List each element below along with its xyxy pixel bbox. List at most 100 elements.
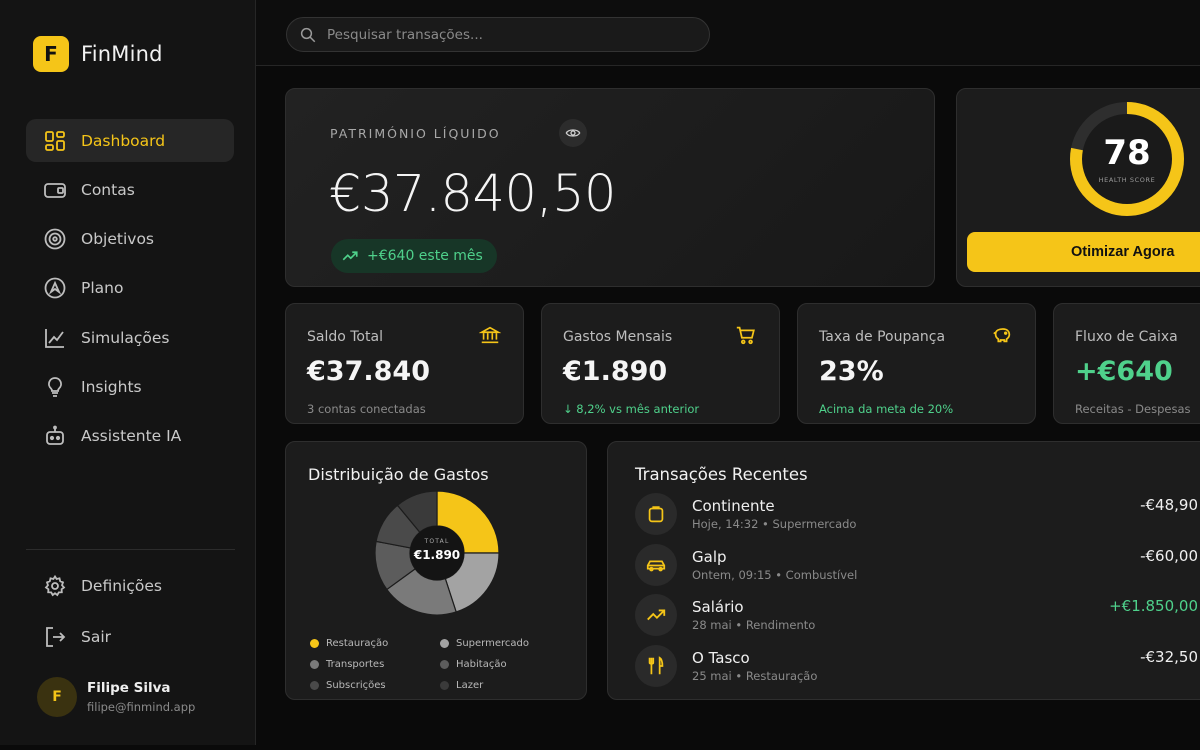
user-profile[interactable]: F Filipe Silva filipe@finmind.app [37, 677, 195, 717]
donut-total-value: €1.890 [413, 548, 461, 562]
net-worth-value: €37.840,50 [329, 165, 617, 224]
nav-item-plano[interactable]: Plano [26, 267, 234, 310]
lightbulb-icon [48, 377, 62, 397]
transaction-icon [635, 544, 677, 586]
health-score-label: HEALTH SCORE [1098, 176, 1156, 184]
transaction-amount: -€60,00 [1140, 547, 1198, 565]
sidebar: F FinMind Dashboard Contas Objetivos Pla… [0, 0, 256, 745]
stat-card-gastos-mensais[interactable]: Gastos Mensais €1.890 ↓ 8,2% vs mês ante… [541, 303, 780, 424]
net-worth-change-badge: +€640 este mês [331, 239, 497, 273]
search-input[interactable] [327, 26, 687, 43]
toggle-visibility-button[interactable] [559, 119, 587, 147]
legend-item: Habitação [440, 658, 570, 670]
transaction-row[interactable]: Salário 28 mai • Rendimento +€1.850,00 [635, 594, 1200, 640]
brand-name: FinMind [81, 42, 163, 66]
bank-icon [479, 326, 501, 344]
legend-label: Habitação [456, 658, 507, 670]
piggy-bank-icon [993, 328, 1011, 343]
stat-subtitle: ↓ 8,2% vs mês anterior [563, 402, 700, 416]
user-email: filipe@finmind.app [87, 700, 196, 714]
transaction-amount: -€48,90 [1140, 496, 1198, 514]
compass-icon [44, 277, 66, 299]
stat-title: Fluxo de Caixa [1075, 329, 1178, 345]
nav-item-label: Assistente IA [81, 427, 182, 446]
wallet-icon [44, 182, 66, 198]
optimize-now-button[interactable]: Otimizar Agora [967, 232, 1200, 272]
legend-label: Transportes [326, 658, 385, 670]
health-score-card: 78 HEALTH SCORE Otimizar Agora [956, 88, 1200, 287]
nav-item-insights[interactable]: Insights [26, 365, 234, 408]
nav-item-label: Definições [81, 576, 162, 595]
legend-item: Subscrições [310, 679, 440, 691]
stat-title: Taxa de Poupança [819, 329, 946, 345]
transaction-meta: Hoje, 14:32 • Supermercado [692, 517, 857, 531]
nav-item-definicoes[interactable]: Definições [26, 564, 234, 607]
nav-item-sair[interactable]: Sair [26, 615, 234, 658]
transaction-meta: 28 mai • Rendimento [692, 618, 816, 632]
transaction-row[interactable]: Continente Hoje, 14:32 • Supermercado -€… [635, 493, 1200, 539]
stat-card-saldo-total[interactable]: Saldo Total €37.840 3 contas conectadas [285, 303, 524, 424]
gear-icon [44, 574, 66, 596]
legend-swatch [440, 638, 449, 648]
nav-item-label: Objetivos [81, 230, 154, 249]
top-bar [256, 0, 1200, 66]
avatar: F [37, 677, 77, 717]
stat-card-taxa-poupanca[interactable]: Taxa de Poupança 23% Acima da meta de 20… [797, 303, 1036, 424]
nav-item-objetivos[interactable]: Objetivos [26, 218, 234, 261]
stat-subtitle: Receitas - Despesas [1075, 402, 1191, 416]
card-title: Transações Recentes [635, 465, 808, 484]
utensils-icon [648, 656, 664, 675]
grid-icon [45, 130, 65, 151]
user-info: Filipe Silva filipe@finmind.app [87, 680, 195, 714]
spending-distribution-card: Distribuição de Gastos TOTAL €1.890 Rest… [285, 441, 587, 700]
stat-value: €37.840 [307, 356, 430, 387]
stat-subtitle: 3 contas conectadas [307, 402, 426, 416]
nav-item-dashboard[interactable]: Dashboard [26, 119, 234, 162]
legend-label: Restauração [326, 637, 389, 649]
stat-title: Gastos Mensais [563, 329, 673, 345]
brand[interactable]: F FinMind [33, 36, 163, 72]
trending-up-icon [342, 251, 358, 261]
nav-item-label: Plano [81, 279, 124, 298]
chart-legend: Restauração Supermercado Transportes Habita… [310, 637, 580, 691]
net-worth-card: PATRIMÓNIO LÍQUIDO €37.840,50 +€640 este… [285, 88, 935, 287]
car-icon [646, 560, 666, 572]
nav-item-assistente-ia[interactable]: Assistente IA [26, 415, 234, 458]
transaction-amount: +€1.850,00 [1109, 597, 1198, 615]
legend-item: Supermercado [440, 637, 570, 649]
legend-label: Supermercado [456, 637, 529, 649]
legend-swatch [440, 680, 449, 690]
transaction-name: O Tasco [692, 649, 750, 667]
legend-item: Restauração [310, 637, 440, 649]
card-title: Distribuição de Gastos [308, 465, 489, 484]
transaction-row[interactable]: O Tasco 25 mai • Restauração -€32,50 [635, 645, 1200, 691]
stat-subtitle: Acima da meta de 20% [819, 402, 954, 416]
transaction-meta: 25 mai • Restauração [692, 669, 818, 683]
legend-swatch [440, 659, 449, 669]
logout-icon [46, 626, 66, 647]
legend-item: Transportes [310, 658, 440, 670]
chart-line-icon [45, 328, 64, 348]
health-score-value: 78 [1103, 133, 1151, 173]
transaction-amount: -€32,50 [1140, 648, 1198, 666]
cart-icon [736, 326, 755, 345]
secondary-nav: Definições Sair [26, 564, 234, 666]
net-worth-label: PATRIMÓNIO LÍQUIDO [330, 126, 501, 141]
transaction-icon [635, 594, 677, 636]
nav-item-label: Simulações [81, 328, 170, 347]
brand-logo: F [33, 36, 69, 72]
stat-card-fluxo-caixa[interactable]: Fluxo de Caixa +€640 Receitas - Despesas [1053, 303, 1200, 424]
sidebar-divider [26, 549, 235, 550]
nav-item-contas[interactable]: Contas [26, 168, 234, 211]
search-box[interactable] [286, 17, 710, 52]
user-name: Filipe Silva [87, 680, 171, 696]
nav-item-label: Dashboard [81, 131, 166, 150]
legend-item: Lazer [440, 679, 570, 691]
transaction-name: Salário [692, 598, 744, 616]
main-nav: Dashboard Contas Objetivos Plano Simulaç… [26, 119, 234, 464]
shopping-bag-icon [648, 506, 664, 523]
transaction-row[interactable]: Galp Ontem, 09:15 • Combustível -€60,00 [635, 544, 1200, 590]
target-icon [44, 228, 66, 250]
nav-item-simulacoes[interactable]: Simulações [26, 316, 234, 359]
nav-item-label: Insights [81, 377, 142, 396]
